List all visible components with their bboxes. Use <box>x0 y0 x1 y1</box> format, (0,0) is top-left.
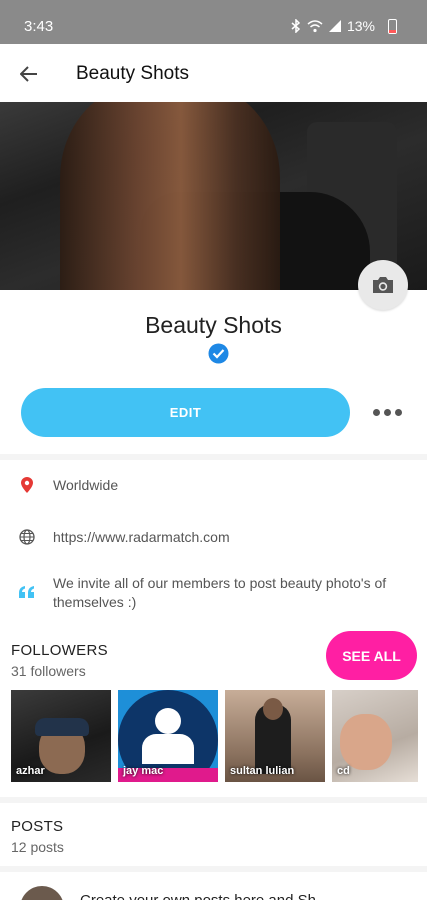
follower-card[interactable]: cd <box>332 690 418 782</box>
follower-name: sultan lulian <box>230 765 295 777</box>
posts-title: POSTS <box>11 818 64 835</box>
more-dot-icon <box>372 408 380 416</box>
status-bar: 3:43 13% <box>0 0 427 44</box>
follower-card[interactable]: sultan lulian <box>225 690 325 782</box>
follower-card[interactable]: jay mac <box>118 690 218 782</box>
bluetooth-icon <box>291 19 301 33</box>
app-bar: Beauty Shots <box>0 44 427 102</box>
avatar-body-shape <box>142 734 194 764</box>
globe-icon <box>17 527 37 547</box>
follower-name: jay mac <box>123 765 164 777</box>
post-preview-text: Create your own posts here and Sh... <box>80 892 328 900</box>
location-row: Worldwide <box>0 472 427 498</box>
more-dot-icon <box>394 408 402 416</box>
change-cover-button[interactable] <box>358 260 408 310</box>
location-pin-icon <box>17 475 37 495</box>
bio-text: We invite all of our members to post bea… <box>53 575 387 610</box>
arrow-left-icon <box>20 66 37 82</box>
see-all-followers-button[interactable]: SEE ALL <box>326 631 417 680</box>
signal-icon <box>328 20 341 32</box>
bio-row: We invite all of our members to post bea… <box>0 572 427 616</box>
website-link[interactable]: https://www.radarmatch.com <box>53 528 413 547</box>
battery-icon <box>388 19 397 34</box>
cover-photo-hair <box>60 102 280 290</box>
post-author-avatar <box>20 886 64 900</box>
quote-icon <box>17 582 37 602</box>
avatar-head-shape <box>155 708 181 734</box>
battery-percent: 13% <box>346 18 375 34</box>
follower-photo-cap <box>35 718 89 736</box>
website-row: https://www.radarmatch.com <box>0 524 427 550</box>
more-options-button[interactable] <box>368 396 406 428</box>
back-button[interactable] <box>14 59 44 89</box>
page-title: Beauty Shots <box>76 63 190 84</box>
status-time: 3:43 <box>24 18 54 35</box>
wifi-icon <box>307 19 323 32</box>
verified-badge-icon <box>208 343 229 364</box>
location-text: Worldwide <box>53 477 119 493</box>
follower-name: cd <box>337 765 350 777</box>
follower-photo <box>340 714 392 770</box>
profile-name: Beauty Shots <box>145 312 282 338</box>
edit-profile-button[interactable]: EDIT <box>21 388 350 437</box>
divider <box>0 454 427 460</box>
follower-photo-head <box>263 698 283 720</box>
status-icons: 13% <box>291 18 375 34</box>
follower-card[interactable]: azhar <box>11 690 111 782</box>
more-dot-icon <box>383 408 391 416</box>
followers-title: FOLLOWERS <box>11 642 108 659</box>
post-item[interactable]: Create your own posts here and Sh... <box>0 870 427 900</box>
cover-photo <box>0 102 427 290</box>
camera-icon <box>373 277 393 293</box>
posts-count: 12 posts <box>11 839 64 855</box>
divider <box>0 797 427 803</box>
followers-count: 31 followers <box>11 663 86 679</box>
follower-name: azhar <box>16 765 45 777</box>
